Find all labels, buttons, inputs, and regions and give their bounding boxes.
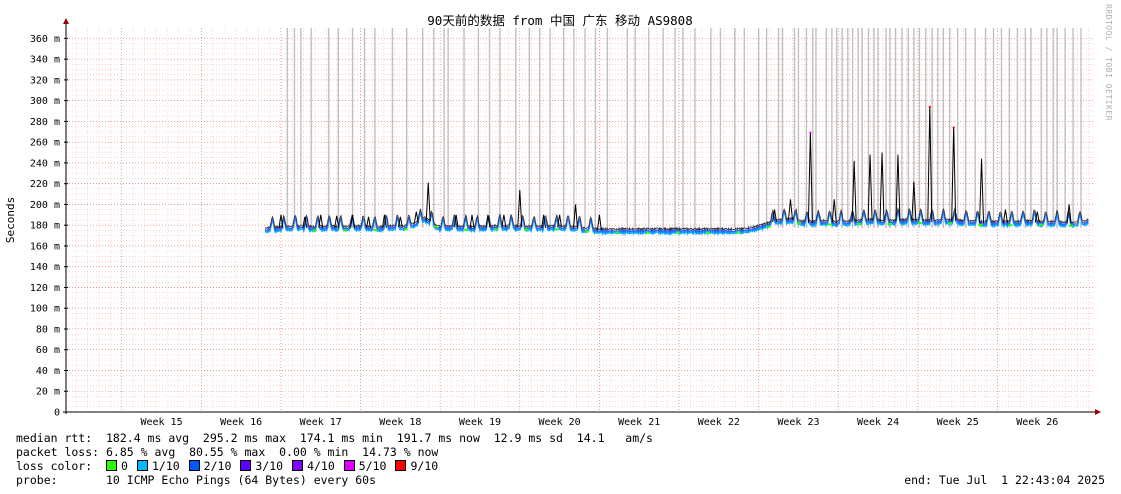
loss-color-swatch [292, 460, 304, 471]
loss-color-legend: loss color: 0 1/10 2/10 3/10 4/10 5/10 9/10 [16, 460, 447, 473]
x-axis-arrow [1095, 409, 1101, 415]
loss-color-text: 9/10 [410, 459, 439, 473]
loss-color-text: 5/10 [358, 459, 387, 473]
x-tick-label: Week 22 [698, 417, 740, 428]
loss-color-text: 2/10 [203, 459, 232, 473]
y-tick-labels: 0 20 m 40 m 60 m 80 m 100 m 120 m 140 m 160 m 180… [30, 34, 60, 419]
loss-color-swatch [188, 460, 200, 471]
y-tick-label: 340 m [30, 55, 60, 66]
y-tick-label: 40 m [36, 366, 60, 377]
loss-color-text: 3/10 [255, 459, 284, 473]
rtt-spike [951, 126, 957, 222]
rtt-spike [879, 152, 885, 222]
y-axis-arrow [63, 18, 69, 24]
rtt-spike [831, 199, 837, 223]
loss-color-text: 4/10 [307, 459, 335, 473]
y-tick-label: 300 m [30, 96, 60, 107]
loss-color-item: 4/10 [292, 459, 335, 473]
rtt-spike [596, 214, 602, 231]
x-tick-label: Week 24 [857, 417, 899, 428]
loss-color-label: loss color: [16, 459, 93, 473]
y-tick-label: 360 m [30, 34, 60, 45]
y-tick-label: 180 m [30, 221, 60, 232]
y-tick-label: 240 m [30, 158, 60, 169]
y-tick-label: 100 m [30, 304, 60, 315]
loss-color-swatch [136, 460, 148, 471]
x-tick-label: Week 26 [1016, 417, 1058, 428]
loss-color-swatch [240, 460, 252, 471]
rtt-spike [979, 158, 985, 224]
loss-color-item: 5/10 [343, 459, 387, 473]
loss-color-item: 2/10 [188, 459, 232, 473]
y-tick-label: 60 m [36, 345, 60, 356]
rtt-spike [927, 105, 933, 222]
y-tick-label: 80 m [36, 324, 60, 335]
y-tick-label: 20 m [36, 387, 60, 398]
loss-color-items: 0 1/10 2/10 3/10 4/10 5/10 9/10 [106, 459, 447, 473]
x-tick-label: Week 23 [777, 417, 819, 428]
x-tick-label: Week 20 [539, 417, 581, 428]
x-tick-label: Week 25 [937, 417, 979, 428]
chart-title: 90天前的数据 from 中国 广东 移动 AS9808 [427, 13, 692, 28]
loss-stats-line: packet loss: 6.85 % avg 80.55 % max 0.00… [16, 445, 439, 459]
x-tick-label: Week 17 [300, 417, 342, 428]
latency-chart: 90天前的数据 from 中国 广东 移动 AS9808 Seconds 0 20… [4, 13, 1101, 428]
loss-color-swatch [106, 460, 118, 471]
loss-color-item: 1/10 [136, 459, 180, 473]
y-tick-label: 260 m [30, 138, 60, 149]
loss-color-swatch [395, 460, 407, 471]
loss-color-text: 1/10 [151, 459, 180, 473]
y-tick-label: 320 m [30, 75, 60, 86]
loss-color-item: 9/10 [395, 459, 438, 473]
x-tick-label: Week 16 [220, 417, 262, 428]
y-axis-label: Seconds [4, 197, 17, 243]
y-tick-label: 120 m [30, 283, 60, 294]
rtt-stats-line: median rtt: 182.4 ms avg 295.2 ms max 17… [16, 431, 653, 445]
loss-color-item: 0 [106, 459, 128, 473]
loss-color-item: 3/10 [240, 459, 283, 473]
loss-color-swatch [343, 460, 355, 471]
x-tick-label: Week 19 [459, 417, 501, 428]
watermark: RRDTOOL / TOBI OETIKER [1104, 4, 1113, 121]
x-tick-labels: Week 15 Week 16 Week 17 Week 18 Week 19 Week … [140, 417, 1058, 428]
packet-loss-bars [286, 28, 1082, 228]
y-tick-label: 280 m [30, 117, 60, 128]
rtt-spike [501, 214, 507, 228]
y-tick-label: 200 m [30, 200, 60, 211]
rtt-spike [425, 182, 431, 222]
rtt-spike [807, 131, 813, 223]
y-tick-label: 140 m [30, 262, 60, 273]
end-time: end: Tue Jul 1 22:43:04 2025 [904, 473, 1105, 487]
x-tick-label: Week 15 [140, 417, 182, 428]
y-tick-label: 160 m [30, 241, 60, 252]
x-tick-label: Week 21 [618, 417, 660, 428]
y-tick-label: 220 m [30, 179, 60, 190]
rtt-spike [787, 199, 793, 221]
loss-color-text: 0 [121, 459, 128, 473]
x-tick-label: Week 18 [379, 417, 421, 428]
probe-line: probe: 10 ICMP Echo Pings (64 Bytes) eve… [16, 473, 377, 487]
y-tick-label: 0 [54, 408, 60, 419]
